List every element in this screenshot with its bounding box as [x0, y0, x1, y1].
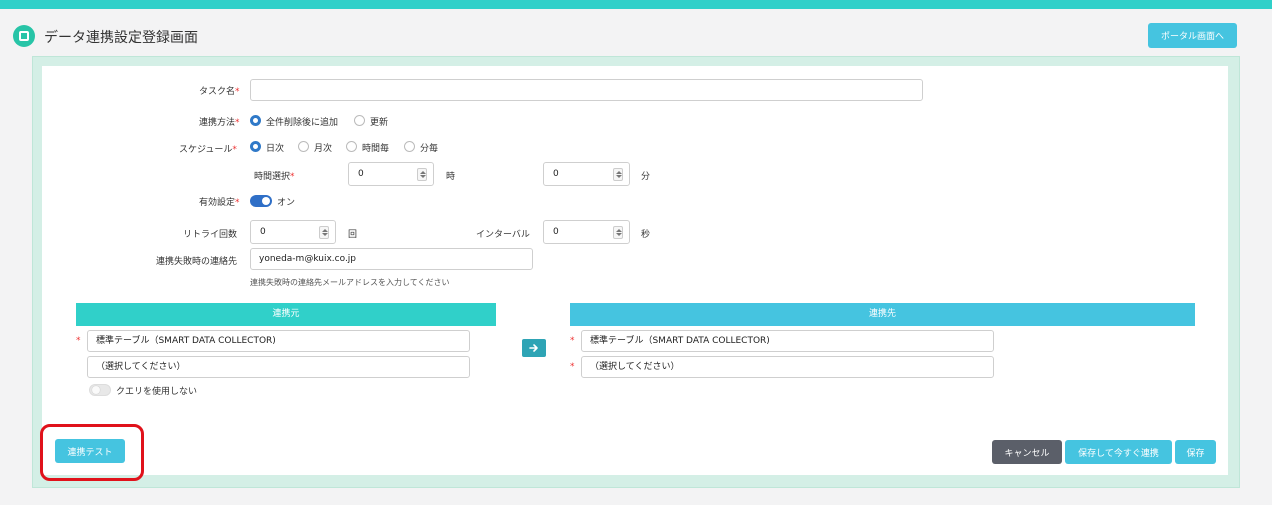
- schedule-label: スケジュール*: [179, 145, 237, 155]
- arrow-right-button[interactable]: [522, 339, 546, 357]
- portal-button[interactable]: ポータル画面へ: [1148, 23, 1237, 48]
- save-and-run-button[interactable]: 保存して今すぐ連携: [1065, 440, 1172, 464]
- destination-table-type-select[interactable]: 標準テーブル（SMART DATA COLLECTOR): [581, 330, 994, 352]
- source-table-select[interactable]: （選択してください）: [87, 356, 470, 378]
- failure-contact-hint: 連携失敗時の連絡先メールアドレスを入力してください: [250, 278, 450, 287]
- task-name-label: タスク名*: [199, 87, 240, 97]
- enabled-toggle[interactable]: [250, 195, 272, 207]
- hour-stepper[interactable]: 0: [348, 162, 434, 186]
- destination-table-select[interactable]: （選択してください）: [581, 356, 994, 378]
- source-required-mark: *: [76, 336, 81, 346]
- retry-spin-icon[interactable]: [319, 226, 329, 239]
- page-title: データ連携設定登録画面: [44, 30, 198, 46]
- hour-spin-icon[interactable]: [417, 168, 427, 181]
- app-logo-icon: [13, 25, 35, 47]
- source-table-type-select[interactable]: 標準テーブル（SMART DATA COLLECTOR): [87, 330, 470, 352]
- top-accent-bar: [0, 0, 1272, 9]
- interval-label: インターバル: [476, 230, 530, 240]
- retry-stepper[interactable]: 0: [250, 220, 336, 244]
- interval-unit: 秒: [641, 230, 651, 240]
- arrow-right-icon: [529, 344, 538, 352]
- interval-stepper[interactable]: 0: [543, 220, 630, 244]
- failure-contact-label: 連携失敗時の連絡先: [156, 257, 238, 267]
- retry-unit: 回: [348, 230, 358, 240]
- failure-contact-input[interactable]: [250, 248, 533, 270]
- retry-label: リトライ回数: [183, 230, 238, 240]
- enabled-label: 有効設定*: [199, 198, 240, 208]
- minute-spin-icon[interactable]: [613, 168, 623, 181]
- page-header: データ連携設定登録画面 ポータル画面へ: [10, 22, 1260, 49]
- minute-stepper[interactable]: 0: [543, 162, 630, 186]
- time-select-label: 時間選択*: [254, 172, 295, 182]
- highlight-annotation: [40, 424, 144, 481]
- hour-unit: 時: [446, 172, 456, 182]
- minute-unit: 分: [641, 172, 651, 182]
- query-toggle[interactable]: [89, 384, 111, 396]
- destination-heading: 連携先: [570, 303, 1195, 326]
- method-label: 連携方法*: [199, 118, 240, 128]
- save-button[interactable]: 保存: [1175, 440, 1216, 464]
- interval-spin-icon[interactable]: [613, 226, 623, 239]
- enabled-state-label: オン: [277, 198, 296, 208]
- destination-required-mark-2: *: [570, 362, 575, 372]
- task-name-input[interactable]: [250, 79, 923, 101]
- query-toggle-label: クエリを使用しない: [116, 387, 198, 397]
- cancel-button[interactable]: キャンセル: [992, 440, 1062, 464]
- destination-required-mark-1: *: [570, 336, 575, 346]
- source-heading: 連携元: [76, 303, 496, 326]
